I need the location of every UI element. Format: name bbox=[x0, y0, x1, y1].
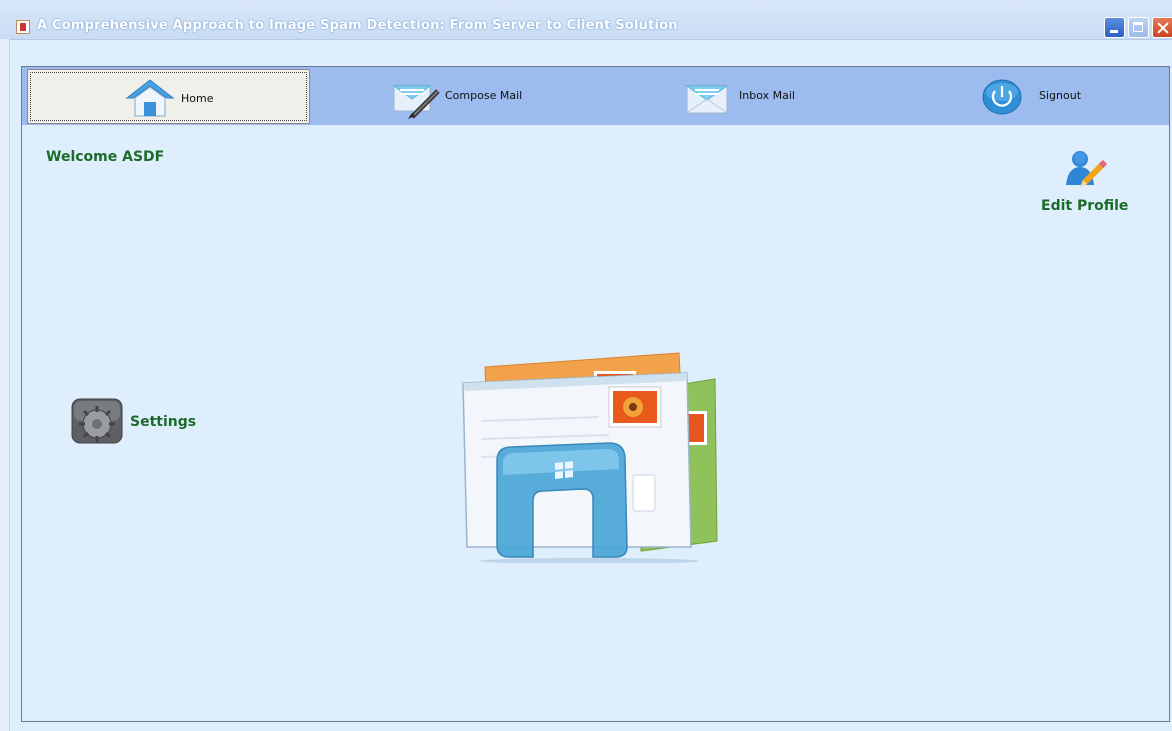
tab-inbox-mail[interactable]: Inbox Mail bbox=[605, 67, 898, 125]
tab-signout-label: Signout bbox=[1039, 89, 1082, 102]
window-frame-edge bbox=[0, 39, 10, 731]
welcome-message: Welcome ASDF bbox=[46, 149, 165, 165]
menu-bar: Home Compose Mail Inbox Mail Signout bbox=[22, 67, 1169, 125]
tab-home[interactable]: Home bbox=[27, 69, 310, 124]
title-bar: A Comprehensive Approach to Image Spam D… bbox=[0, 0, 1172, 40]
tab-signout[interactable]: Signout bbox=[898, 67, 1169, 125]
inbox-mail-icon bbox=[685, 84, 729, 114]
minimize-button[interactable] bbox=[1104, 17, 1125, 38]
window-title: A Comprehensive Approach to Image Spam D… bbox=[37, 18, 678, 33]
edit-profile-link[interactable]: Edit Profile bbox=[1041, 198, 1128, 214]
windows-live-mail-icon bbox=[462, 352, 718, 563]
maximize-button[interactable] bbox=[1128, 17, 1149, 38]
edit-profile-icon[interactable] bbox=[1064, 149, 1108, 189]
home-icon bbox=[125, 79, 175, 117]
close-button[interactable] bbox=[1152, 17, 1172, 38]
settings-link[interactable]: Settings bbox=[130, 414, 196, 430]
tab-inbox-mail-label: Inbox Mail bbox=[739, 89, 795, 102]
power-icon bbox=[982, 79, 1022, 115]
compose-mail-icon bbox=[392, 84, 440, 119]
gear-icon[interactable] bbox=[71, 398, 123, 444]
tab-compose-mail[interactable]: Compose Mail bbox=[312, 67, 605, 125]
tab-home-label: Home bbox=[181, 92, 214, 105]
tab-compose-mail-label: Compose Mail bbox=[445, 89, 523, 102]
main-panel: Home Compose Mail Inbox Mail Signout Wel… bbox=[21, 66, 1170, 722]
java-app-icon bbox=[16, 20, 30, 34]
